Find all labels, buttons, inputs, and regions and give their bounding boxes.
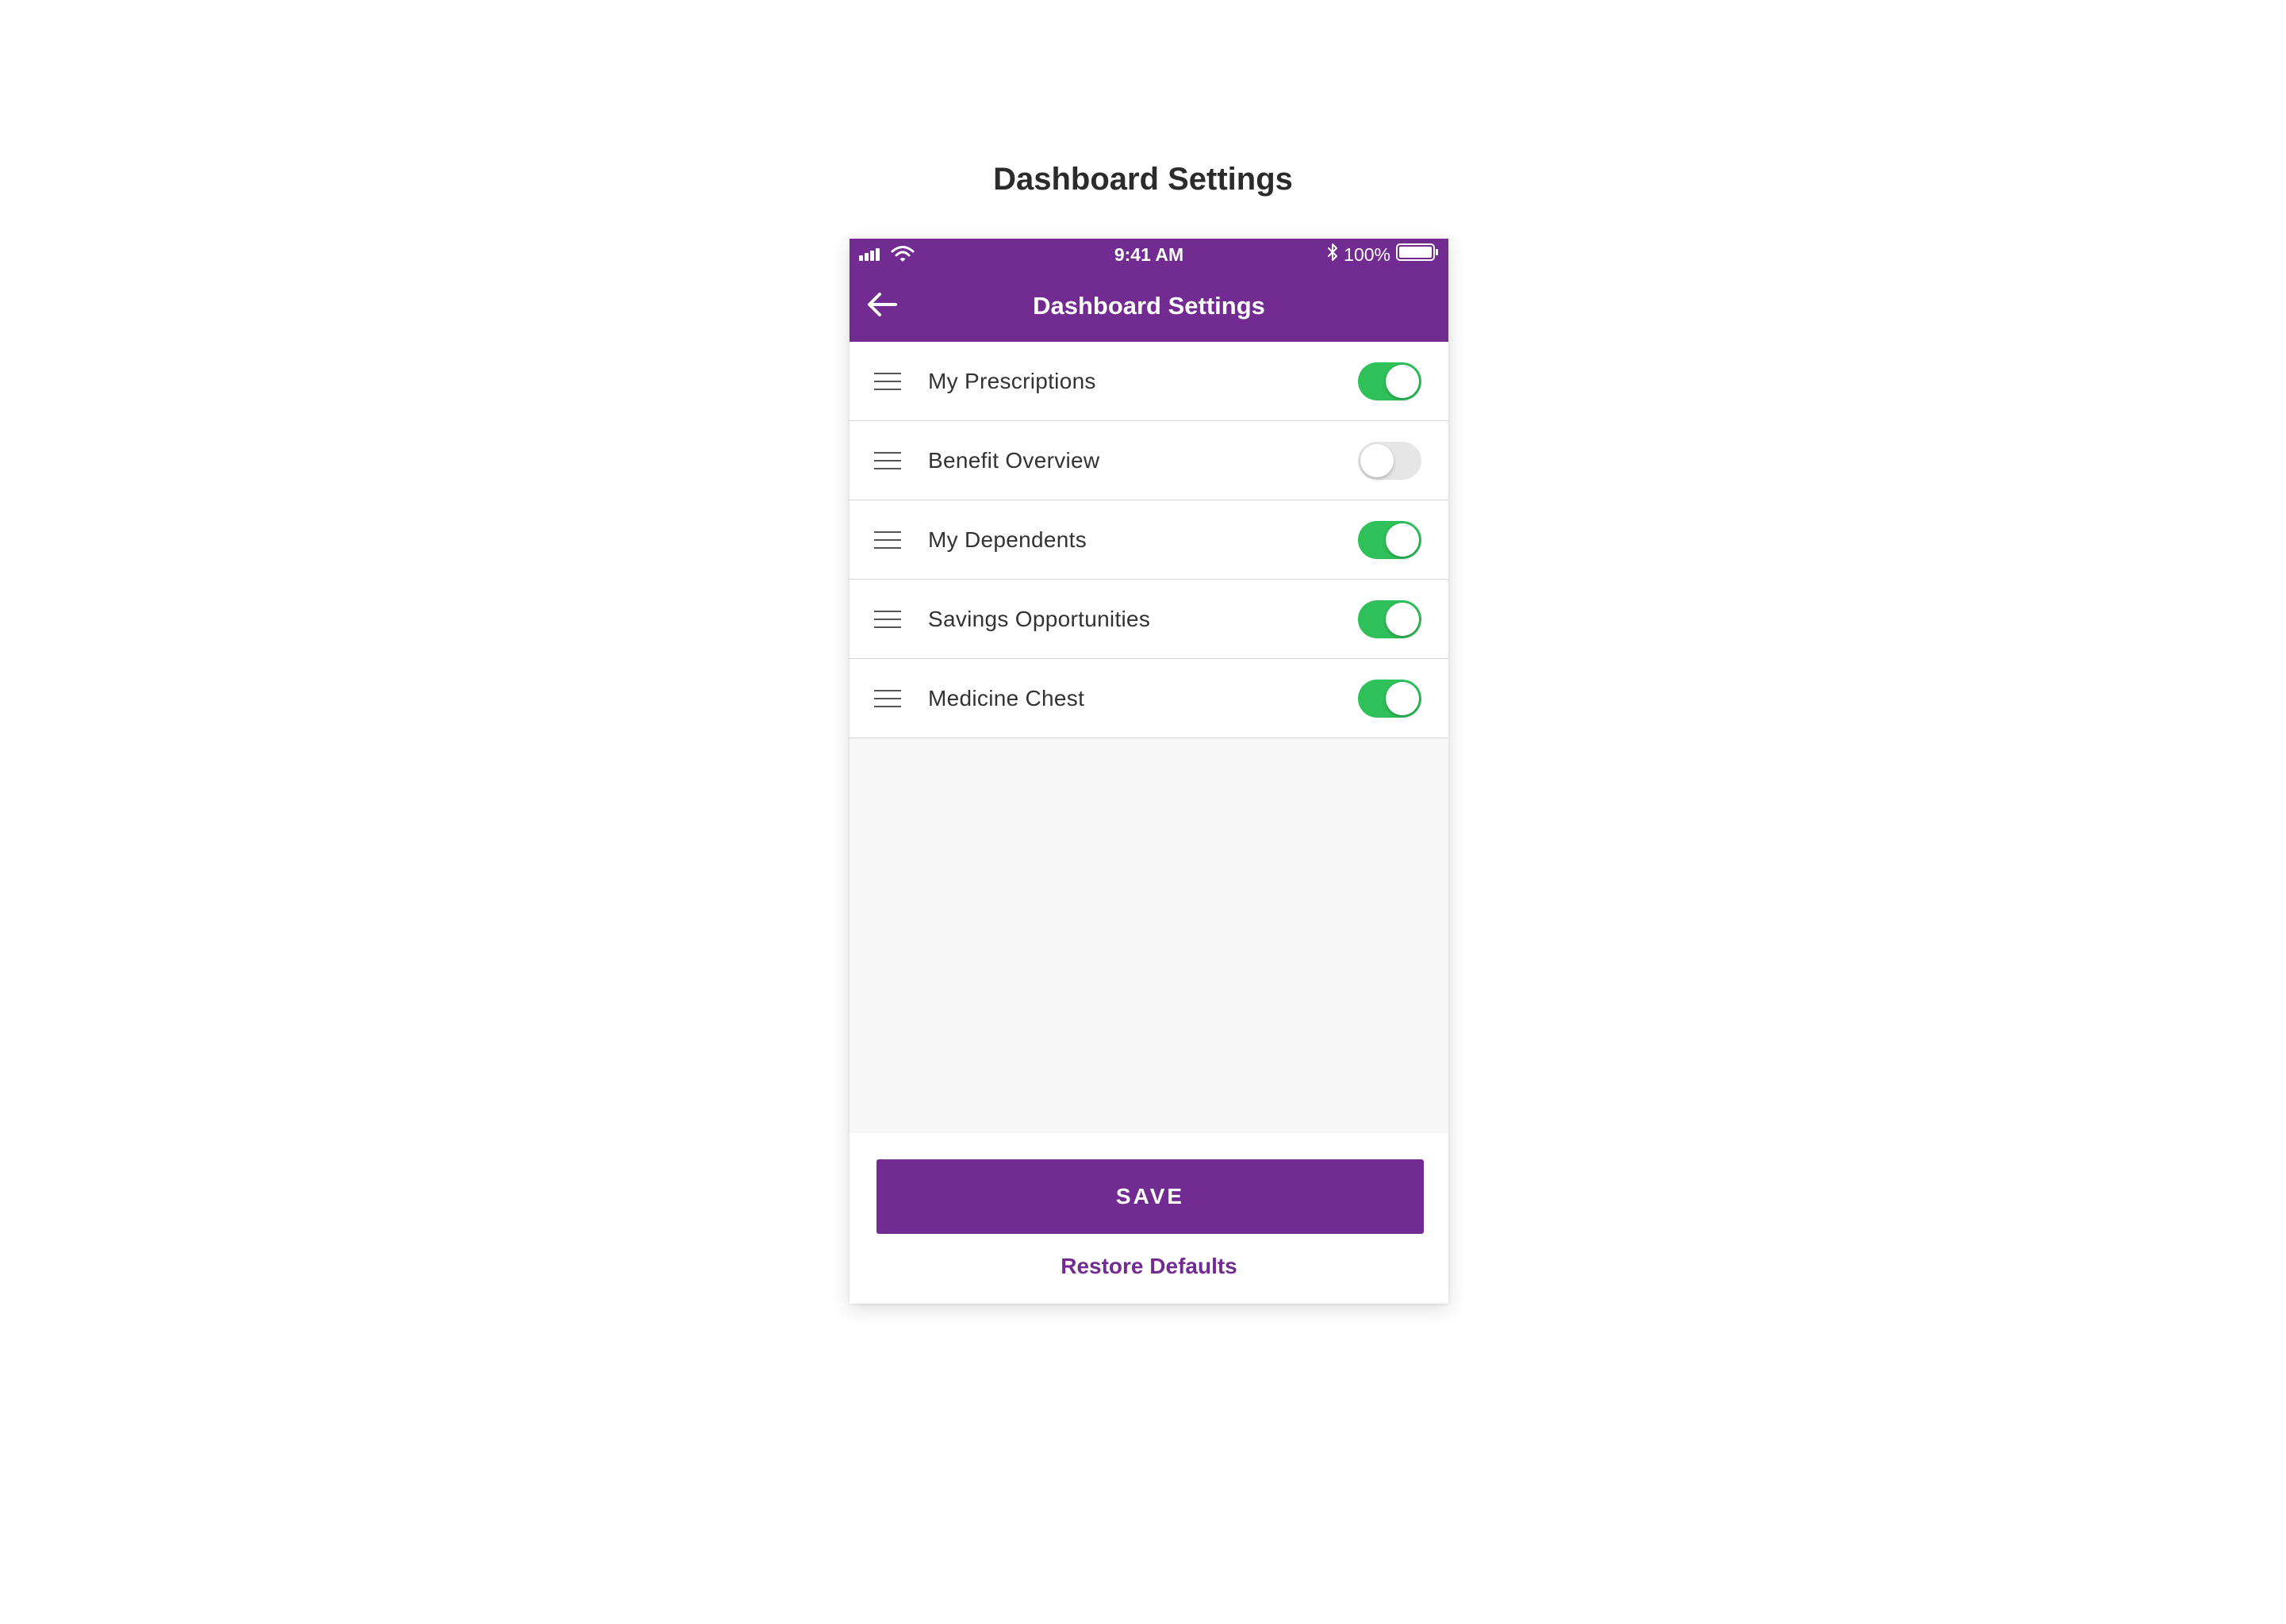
settings-row-label: My Prescriptions bbox=[928, 369, 1096, 393]
battery-icon bbox=[1396, 243, 1439, 266]
page-title: Dashboard Settings bbox=[993, 162, 1293, 197]
battery-percent: 100% bbox=[1344, 243, 1390, 265]
drag-handle-icon[interactable] bbox=[874, 528, 901, 552]
settings-row-label: Benefit Overview bbox=[928, 448, 1100, 473]
toggle-switch[interactable] bbox=[1358, 442, 1421, 480]
bottom-action-panel: SAVE Restore Defaults bbox=[850, 1133, 1448, 1304]
settings-row-medicine-chest: Medicine Chest bbox=[850, 659, 1448, 738]
status-bar: 9:41 AM 100% bbox=[850, 239, 1448, 270]
bluetooth-icon bbox=[1327, 243, 1338, 266]
settings-row-benefit-overview: Benefit Overview bbox=[850, 421, 1448, 500]
drag-handle-icon[interactable] bbox=[874, 607, 901, 631]
toggle-knob bbox=[1386, 603, 1419, 636]
toggle-switch[interactable] bbox=[1358, 521, 1421, 559]
status-right: 100% bbox=[1327, 243, 1439, 266]
phone-frame: 9:41 AM 100% Dashboard Settings My Presc… bbox=[850, 239, 1448, 1304]
settings-row-label: Medicine Chest bbox=[928, 686, 1085, 710]
toggle-switch[interactable] bbox=[1358, 362, 1421, 400]
toggle-knob bbox=[1360, 444, 1394, 477]
settings-list: My Prescriptions Benefit Overview My Dep… bbox=[850, 342, 1448, 738]
settings-row-my-dependents: My Dependents bbox=[850, 500, 1448, 580]
toggle-knob bbox=[1386, 682, 1419, 715]
save-button[interactable]: SAVE bbox=[876, 1159, 1424, 1234]
settings-row-label: My Dependents bbox=[928, 527, 1087, 552]
drag-handle-icon[interactable] bbox=[874, 370, 901, 393]
toggle-switch[interactable] bbox=[1358, 600, 1421, 638]
toggle-switch[interactable] bbox=[1358, 680, 1421, 718]
app-bar-title: Dashboard Settings bbox=[1033, 292, 1265, 320]
drag-handle-icon[interactable] bbox=[874, 687, 901, 710]
settings-row-savings-opportunities: Savings Opportunities bbox=[850, 580, 1448, 659]
toggle-knob bbox=[1386, 523, 1419, 557]
toggle-knob bbox=[1386, 365, 1419, 398]
settings-row-my-prescriptions: My Prescriptions bbox=[850, 342, 1448, 421]
drag-handle-icon[interactable] bbox=[874, 449, 901, 473]
app-bar: Dashboard Settings bbox=[850, 270, 1448, 342]
settings-row-label: Savings Opportunities bbox=[928, 607, 1151, 631]
restore-defaults-link[interactable]: Restore Defaults bbox=[850, 1251, 1448, 1282]
